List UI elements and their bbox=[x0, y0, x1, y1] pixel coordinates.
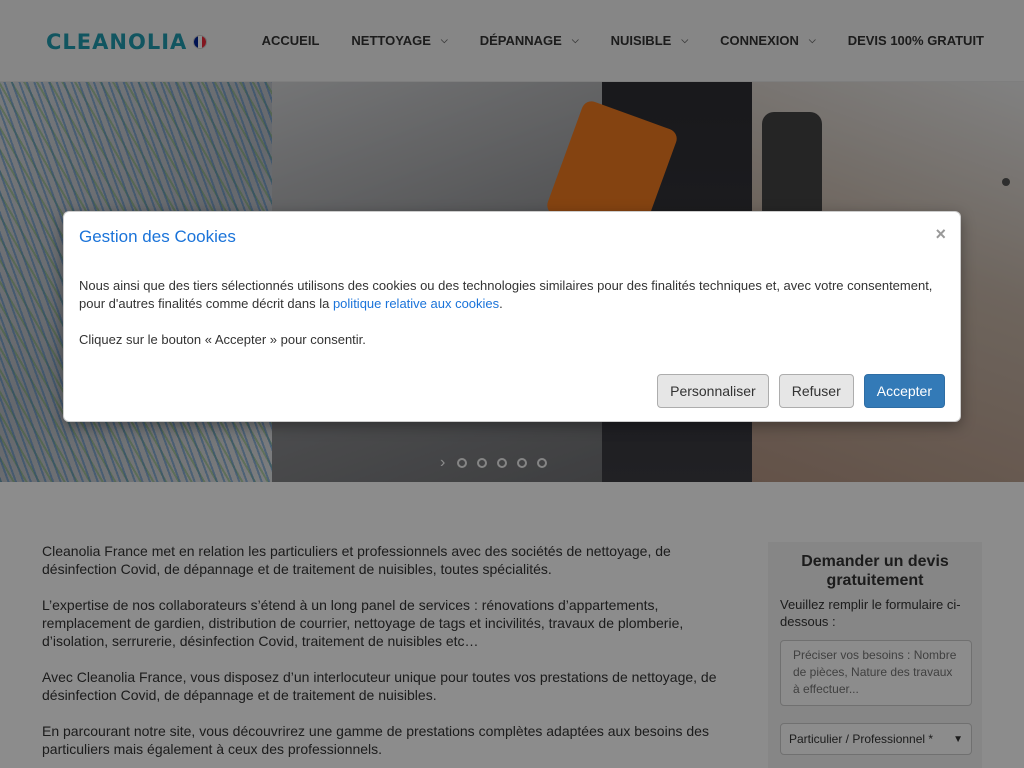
refuse-button[interactable]: Refuser bbox=[778, 374, 854, 408]
modal-title: Gestion des Cookies bbox=[79, 227, 236, 246]
consent-instruction: Cliquez sur le bouton « Accepter » pour … bbox=[79, 332, 366, 347]
modal-body: Nous ainsi que des tiers sélectionnés ut… bbox=[79, 277, 939, 367]
close-icon[interactable]: × bbox=[935, 224, 946, 245]
cookie-consent-modal: Gestion des Cookies × Nous ainsi que des… bbox=[63, 211, 961, 422]
cookie-policy-link[interactable]: politique relative aux cookies bbox=[333, 296, 499, 311]
accept-button[interactable]: Accepter bbox=[863, 374, 945, 408]
cookie-description: Nous ainsi que des tiers sélectionnés ut… bbox=[79, 278, 933, 311]
modal-actions: Personnaliser Refuser Accepter bbox=[647, 374, 945, 408]
customize-button[interactable]: Personnaliser bbox=[657, 374, 769, 408]
